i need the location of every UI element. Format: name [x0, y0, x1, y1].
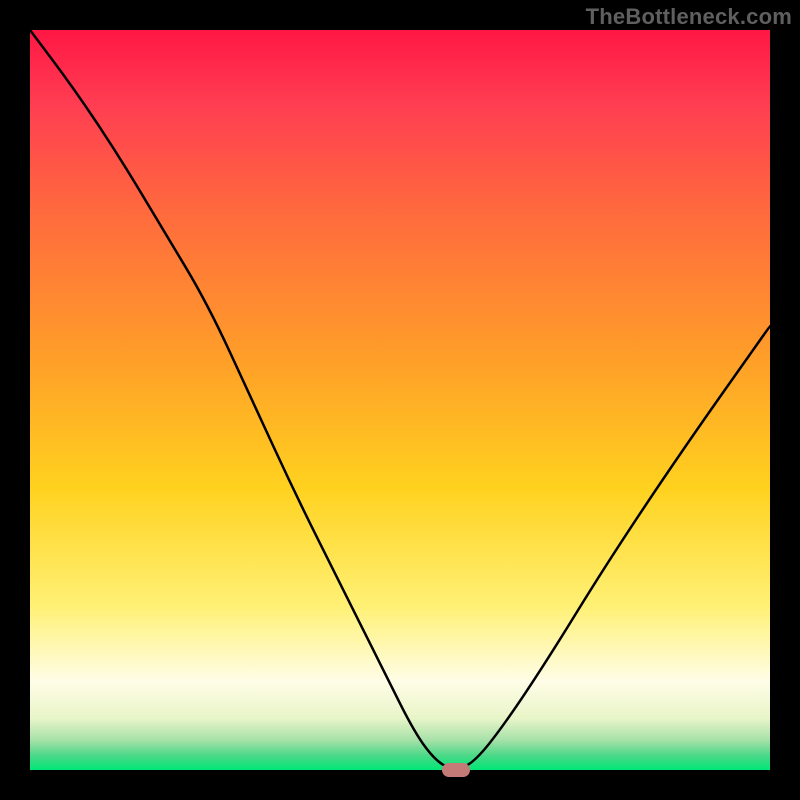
chart-canvas: TheBottleneck.com: [0, 0, 800, 800]
bottleneck-curve: [30, 30, 770, 770]
plot-area: [30, 30, 770, 770]
optimal-marker: [442, 763, 470, 777]
watermark-text: TheBottleneck.com: [586, 4, 792, 30]
